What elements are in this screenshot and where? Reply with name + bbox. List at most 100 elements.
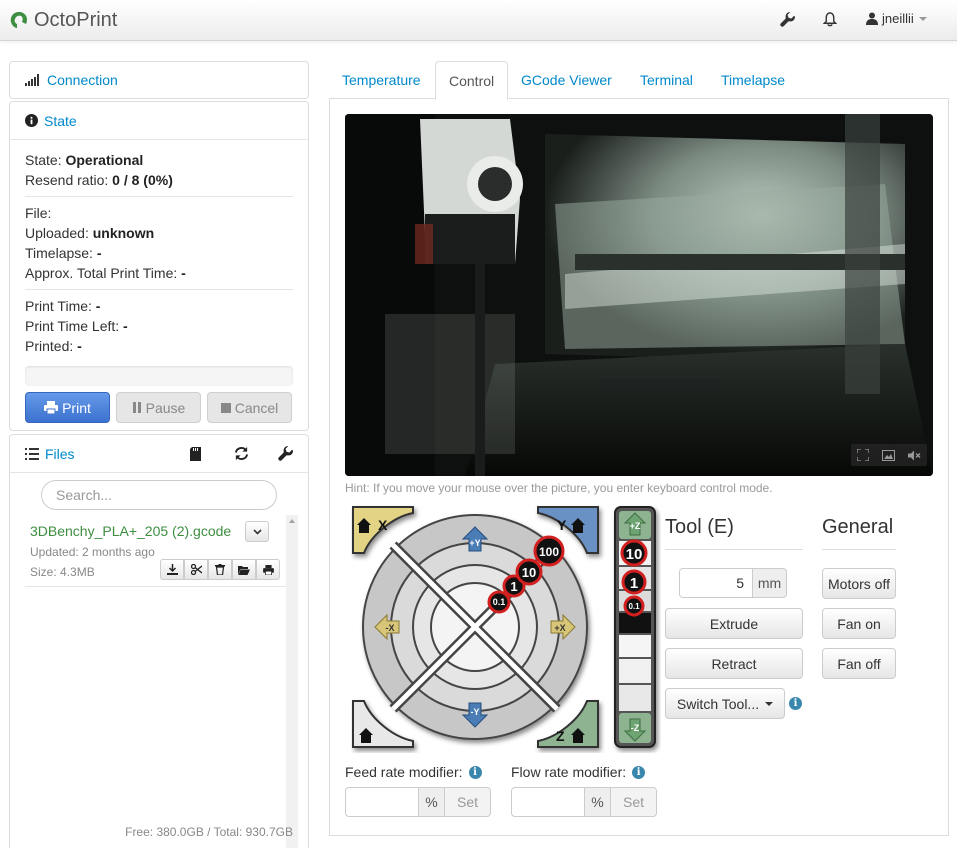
connection-header[interactable]: Connection — [10, 62, 308, 98]
uploaded-row: Uploaded: unknown — [25, 225, 155, 241]
tab-control[interactable]: Control — [435, 61, 509, 100]
sd-card-icon[interactable] — [190, 447, 201, 464]
flow-rate-input[interactable] — [511, 787, 585, 817]
pause-button[interactable]: Pause — [116, 392, 201, 423]
file-size: Size: 4.3MB — [30, 565, 95, 579]
signal-icon — [25, 74, 41, 86]
fan-off-button[interactable]: Fan off — [822, 648, 896, 679]
picture-in-picture-icon[interactable] — [881, 449, 895, 461]
retract-button[interactable]: Retract — [665, 648, 803, 679]
files-header: Files — [10, 435, 308, 473]
svg-text:0.1: 0.1 — [493, 597, 506, 607]
tab-timelapse[interactable]: Timelapse — [708, 61, 798, 99]
extrude-amount-input[interactable]: 5 — [679, 568, 753, 598]
webcam-image — [345, 114, 933, 476]
search-input[interactable]: Search... — [41, 480, 277, 510]
step-badge-10[interactable]: 10 — [515, 558, 543, 586]
brand-title: OctoPrint — [34, 8, 118, 31]
cancel-button[interactable]: Cancel — [207, 392, 292, 423]
tab-terminal[interactable]: Terminal — [627, 61, 706, 99]
wrench-icon[interactable] — [778, 10, 796, 28]
delete-button[interactable] — [208, 559, 232, 580]
print-time-row: Print Time: - — [25, 298, 101, 314]
chevron-down-icon — [918, 16, 927, 21]
svg-text:10: 10 — [522, 565, 536, 580]
time-left-row: Print Time Left: - — [25, 318, 128, 334]
fullscreen-icon[interactable] — [857, 449, 870, 461]
refresh-icon[interactable] — [234, 446, 249, 464]
connection-panel: Connection — [9, 61, 309, 99]
corner-z-label: Z — [556, 728, 565, 744]
svg-text:100: 100 — [539, 545, 559, 559]
file-updated: Updated: 2 months ago — [30, 545, 155, 559]
user-menu[interactable]: jneillii — [866, 11, 927, 26]
file-row: File: — [25, 205, 52, 221]
print-button[interactable]: Print — [25, 392, 110, 423]
state-header[interactable]: State — [10, 102, 308, 140]
connection-title: Connection — [47, 72, 118, 88]
feed-rate-input[interactable] — [345, 787, 419, 817]
printed-row: Printed: - — [25, 338, 82, 354]
z-step-badge-1[interactable]: 1 — [621, 569, 647, 595]
octoprint-logo-icon — [10, 12, 27, 28]
mute-icon[interactable] — [907, 450, 921, 461]
feed-rate-label: Feed rate modifier: i — [345, 764, 482, 780]
z-step-badge-01[interactable]: 0.1 — [623, 595, 645, 617]
tab-bar: Temperature Control GCode Viewer Termina… — [329, 61, 949, 100]
load-and-print-button[interactable] — [256, 559, 280, 580]
scroll-up-icon[interactable] — [286, 515, 298, 527]
print-progress-bar — [25, 366, 293, 386]
pause-icon — [132, 402, 141, 413]
tab-gcode-viewer[interactable]: GCode Viewer — [508, 61, 625, 99]
download-button[interactable] — [160, 559, 184, 580]
wrench-icon[interactable] — [278, 446, 293, 464]
files-title[interactable]: Files — [45, 446, 75, 462]
scrollbar[interactable] — [286, 515, 298, 848]
folder-open-icon — [238, 565, 250, 575]
info-icon[interactable]: i — [789, 697, 802, 710]
svg-text:1: 1 — [630, 575, 638, 592]
divider — [25, 289, 293, 290]
fan-on-button[interactable]: Fan on — [822, 608, 896, 639]
user-icon — [866, 12, 878, 25]
feed-rate-group: % Set — [345, 787, 491, 817]
step-badge-01[interactable]: 0.1 — [487, 590, 511, 614]
state-title: State — [44, 112, 77, 129]
step-badge-100[interactable]: 100 — [533, 535, 565, 567]
bell-icon[interactable] — [821, 10, 839, 28]
svg-text:+Y: +Y — [469, 538, 480, 548]
flow-rate-unit: % — [585, 787, 611, 817]
free-space: Free: 380.0GB / Total: 930.7GB — [125, 825, 293, 839]
svg-text:-Z: -Z — [631, 723, 640, 733]
corner-x-label: X — [378, 517, 388, 533]
flow-rate-set-button[interactable]: Set — [611, 787, 657, 817]
general-title: General — [822, 516, 896, 550]
webcam-stream[interactable] — [345, 114, 933, 476]
extrude-amount-group: 5 mm — [679, 568, 787, 598]
slice-button[interactable] — [184, 559, 208, 580]
corner-y-label: Y — [557, 517, 567, 533]
state-panel: State State: Operational Resend ratio: 0… — [9, 101, 309, 431]
tab-temperature[interactable]: Temperature — [329, 61, 434, 99]
expand-button[interactable] — [245, 521, 269, 542]
svg-text:-X: -X — [386, 623, 395, 633]
approx-time-row: Approx. Total Print Time: - — [25, 265, 186, 281]
motors-off-button[interactable]: Motors off — [822, 568, 896, 599]
svg-text:+X: +X — [554, 623, 565, 633]
flow-rate-label: Flow rate modifier: i — [511, 764, 646, 780]
info-icon[interactable]: i — [468, 765, 482, 779]
timelapse-row: Timelapse: - — [25, 245, 102, 261]
files-panel: Files Search... 3DBenchy_PLA+_205 (2).gc… — [9, 434, 309, 848]
brand[interactable]: OctoPrint — [9, 8, 117, 32]
list-item[interactable]: 3DBenchy_PLA+_205 (2).gcode Updated: 2 m… — [25, 515, 290, 587]
z-step-badge-10[interactable]: 10 — [620, 539, 648, 567]
feed-rate-set-button[interactable]: Set — [445, 787, 491, 817]
load-button[interactable] — [232, 559, 256, 580]
resend-row: Resend ratio: 0 / 8 (0%) — [25, 172, 173, 188]
switch-tool-button[interactable]: Switch Tool... — [665, 688, 785, 719]
extrude-button[interactable]: Extrude — [665, 608, 803, 639]
state-body: State: Operational Resend ratio: 0 / 8 (… — [10, 140, 308, 386]
extrude-unit: mm — [753, 568, 787, 598]
info-icon[interactable]: i — [632, 765, 646, 779]
file-name[interactable]: 3DBenchy_PLA+_205 (2).gcode — [30, 523, 231, 539]
